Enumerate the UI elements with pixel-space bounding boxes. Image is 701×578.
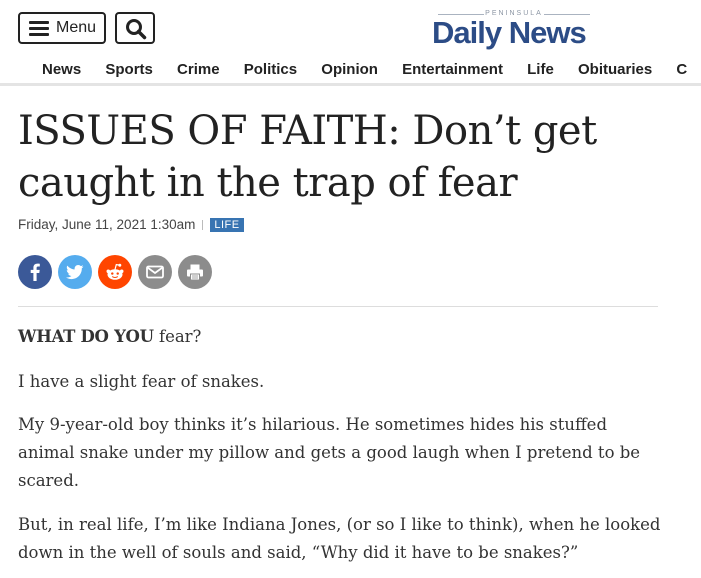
lead-bold-text: WHAT DO YOU <box>18 327 154 346</box>
article-paragraph: But, in real life, I’m like Indiana Jone… <box>18 515 661 562</box>
search-button[interactable] <box>115 12 155 44</box>
logo-wordmark: Daily News <box>432 15 587 50</box>
nav-item-life[interactable]: Life <box>527 61 554 78</box>
site-header: Menu PENINSULA Daily News News Sports Cr… <box>0 0 701 86</box>
search-icon <box>126 19 147 40</box>
nav-item-obituaries[interactable]: Obituaries <box>578 61 652 78</box>
menu-button[interactable]: Menu <box>18 12 106 44</box>
print-icon <box>187 264 203 281</box>
facebook-icon <box>30 263 40 281</box>
category-badge[interactable]: LIFE <box>210 218 244 232</box>
email-icon <box>146 265 164 279</box>
main-nav: News Sports Crime Politics Opinion Enter… <box>42 61 701 78</box>
article-date: Friday, June 11, 2021 1:30am <box>18 217 196 232</box>
article-paragraph: My 9-year-old boy thinks it’s hilarious.… <box>18 415 641 490</box>
reddit-share-button[interactable] <box>98 255 132 289</box>
nav-item-news[interactable]: News <box>42 61 81 78</box>
email-share-button[interactable] <box>138 255 172 289</box>
nav-item-truncated[interactable]: C <box>676 61 687 78</box>
nav-item-sports[interactable]: Sports <box>105 61 153 78</box>
print-share-button[interactable] <box>178 255 212 289</box>
meta-divider <box>202 220 204 230</box>
article-title: ISSUES OF FAITH: Don’t get caught in the… <box>18 108 597 206</box>
nav-item-politics[interactable]: Politics <box>244 61 297 78</box>
menu-label: Menu <box>56 19 97 36</box>
twitter-share-button[interactable] <box>58 255 92 289</box>
article-meta: Friday, June 11, 2021 1:30am LIFE <box>18 217 244 232</box>
article-lead-paragraph: WHAT DO YOU fear? <box>18 323 678 351</box>
nav-item-crime[interactable]: Crime <box>177 61 220 78</box>
lead-text: fear? <box>153 327 202 346</box>
nav-item-entertainment[interactable]: Entertainment <box>402 61 503 78</box>
twitter-icon <box>66 265 84 280</box>
reddit-icon <box>106 263 124 280</box>
content-divider <box>18 306 658 307</box>
hamburger-icon <box>29 21 49 36</box>
facebook-share-button[interactable] <box>18 255 52 289</box>
site-logo[interactable]: PENINSULA Daily News <box>432 10 602 50</box>
article-paragraph: I have a slight fear of snakes. <box>18 372 265 391</box>
nav-item-opinion[interactable]: Opinion <box>321 61 378 78</box>
